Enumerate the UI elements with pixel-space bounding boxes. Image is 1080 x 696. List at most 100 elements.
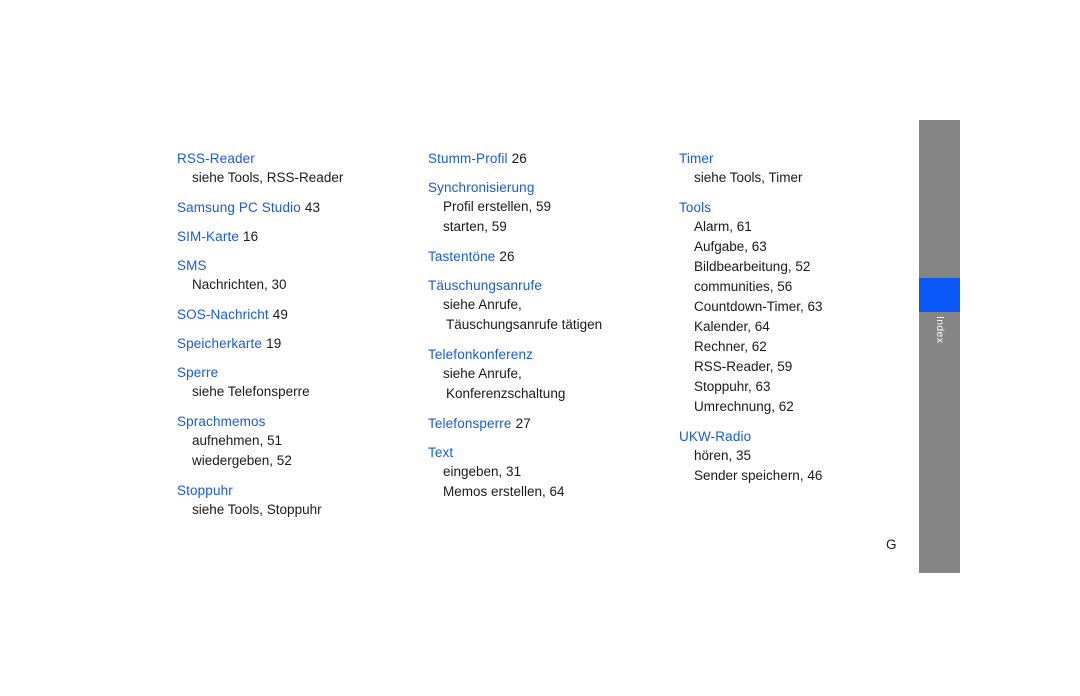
index-entry-heading[interactable]: SIM-Karte 16 [177, 228, 428, 246]
index-page-number: 26 [511, 151, 527, 166]
index-side-tab: Index [919, 120, 960, 573]
index-column-3: Timer siehe Tools, Timer Tools Alarm, 61 Auf… [679, 150, 897, 486]
index-term: Timer [679, 151, 714, 166]
index-entry: Synchronisierung Profil erstellen, 59 star… [428, 179, 679, 237]
index-side-tab-label: Index [934, 316, 946, 344]
index-subentry: siehe Tools, Timer [694, 170, 803, 185]
index-entry-heading[interactable]: Synchronisierung [428, 179, 679, 197]
index-term: RSS-Reader [177, 151, 255, 166]
index-page-number: 26 [499, 249, 515, 264]
index-entry: SIM-Karte 16 [177, 228, 428, 246]
index-entry-heading[interactable]: Telefonsperre 27 [428, 415, 679, 433]
index-entry: Timer siehe Tools, Timer [679, 150, 897, 188]
index-entry: Tools Alarm, 61 Aufgabe, 63 Bildbearbeitung… [679, 199, 897, 417]
index-subentry: RSS-Reader, 59 [694, 359, 793, 374]
index-term: Telefonsperre [428, 416, 512, 431]
index-subentry: siehe Tools, RSS-Reader [192, 170, 344, 185]
index-entry-heading[interactable]: Täuschungsanrufe [428, 277, 679, 295]
index-subentry: aufnehmen, 51 [192, 433, 283, 448]
index-subentry: Bildbearbeitung, 52 [694, 259, 811, 274]
index-entry: Stoppuhr siehe Tools, Stoppuhr [177, 482, 428, 520]
index-entry: Samsung PC Studio 43 [177, 199, 428, 217]
index-subentry: eingeben, 31 [443, 464, 522, 479]
index-entry-heading[interactable]: Tastentöne 26 [428, 248, 679, 266]
index-entry-heading[interactable]: Telefonkonferenz [428, 346, 679, 364]
index-entry: Stumm-Profil 26 [428, 150, 679, 168]
index-term: Täuschungsanrufe [428, 278, 542, 293]
index-entry: Text eingeben, 31 Memos erstellen, 64 [428, 444, 679, 502]
index-term: Sprachmemos [177, 414, 266, 429]
index-subentry: Umrechnung, 62 [694, 399, 794, 414]
index-subentry: Täuschungsanrufe tätigen [446, 317, 603, 332]
index-page-number: 49 [272, 307, 289, 322]
index-subentry: siehe Telefonsperre [192, 384, 310, 399]
index-subentry: Stoppuhr, 63 [694, 379, 771, 394]
index-term: SIM-Karte [177, 229, 239, 244]
index-subentry: Sender speichern, 46 [694, 468, 823, 483]
index-subentry: Nachrichten, 30 [192, 277, 287, 292]
index-term: Synchronisierung [428, 180, 535, 195]
index-term: Stoppuhr [177, 483, 233, 498]
index-term: Telefonkonferenz [428, 347, 533, 362]
page-marker: G [886, 537, 897, 552]
index-term: Text [428, 445, 454, 460]
index-entry: Sperre siehe Telefonsperre [177, 364, 428, 402]
index-term: Stumm-Profil [428, 151, 508, 166]
index-subentry: Alarm, 61 [694, 219, 752, 234]
index-entry-heading[interactable]: Tools [679, 199, 897, 217]
index-page: RSS-Reader siehe Tools, RSS-Reader Samsung… [0, 0, 1080, 696]
index-subentry: Rechner, 62 [694, 339, 767, 354]
index-subentry: communities, 56 [694, 279, 793, 294]
index-subentry: Konferenzschaltung [446, 386, 566, 401]
index-page-number: 16 [242, 229, 259, 244]
index-term: Samsung PC Studio [177, 200, 301, 215]
index-entry-heading[interactable]: Speicherkarte 19 [177, 335, 428, 353]
index-subentry: Profil erstellen, 59 [443, 199, 552, 214]
index-entry-heading[interactable]: Text [428, 444, 679, 462]
index-entry: UKW-Radio hören, 35 Sender speichern, 46 [679, 428, 897, 486]
index-term: Tools [679, 200, 712, 215]
index-subentry: wiedergeben, 52 [192, 453, 292, 468]
index-term: Speicherkarte [177, 336, 263, 351]
index-entry-heading[interactable]: SMS [177, 257, 428, 275]
index-entry: Telefonkonferenz siehe Anrufe, Konferenzsc… [428, 346, 679, 404]
index-entry-heading[interactable]: Stoppuhr [177, 482, 428, 500]
index-subentry: Countdown-Timer, 63 [694, 299, 823, 314]
index-page-number: 19 [266, 336, 282, 351]
index-page-number: 27 [515, 416, 531, 431]
index-entry-heading[interactable]: UKW-Radio [679, 428, 897, 446]
index-subentry: Kalender, 64 [694, 319, 770, 334]
index-entry-heading[interactable]: SOS-Nachricht 49 [177, 306, 428, 324]
index-subentry: siehe Tools, Stoppuhr [192, 502, 322, 517]
index-term: UKW-Radio [679, 429, 752, 444]
index-column-1: RSS-Reader siehe Tools, RSS-Reader Samsung… [177, 150, 428, 520]
index-entry-heading[interactable]: Sprachmemos [177, 413, 428, 431]
index-term: Sperre [177, 365, 219, 380]
index-entry: Täuschungsanrufe siehe Anrufe, Täuschungsa… [428, 277, 679, 335]
index-subentry: siehe Anrufe, [443, 297, 522, 312]
index-entry: Tastentöne 26 [428, 248, 679, 266]
index-entry: SMS Nachrichten, 30 [177, 257, 428, 295]
index-entry-heading[interactable]: Sperre [177, 364, 428, 382]
index-subentry: siehe Anrufe, [443, 366, 522, 381]
index-entry: Sprachmemos aufnehmen, 51 wiedergeben, 52 [177, 413, 428, 471]
index-subentry: Aufgabe, 63 [694, 239, 767, 254]
index-term: SOS-Nachricht [177, 307, 269, 322]
index-entry: SOS-Nachricht 49 [177, 306, 428, 324]
index-entry: Speicherkarte 19 [177, 335, 428, 353]
index-subentry: hören, 35 [694, 448, 752, 463]
index-term: Tastentöne [428, 249, 496, 264]
index-entry-heading[interactable]: Samsung PC Studio 43 [177, 199, 428, 217]
index-subentry: Memos erstellen, 64 [443, 484, 565, 499]
index-page-number: 43 [304, 200, 321, 215]
index-term: SMS [177, 258, 207, 273]
index-side-tab-highlight [919, 278, 960, 312]
index-columns: RSS-Reader siehe Tools, RSS-Reader Samsung… [177, 150, 897, 520]
index-column-2: Stumm-Profil 26 Synchronisierung Profil ers… [428, 150, 679, 502]
index-entry-heading[interactable]: RSS-Reader [177, 150, 428, 168]
index-entry-heading[interactable]: Timer [679, 150, 897, 168]
index-entry-heading[interactable]: Stumm-Profil 26 [428, 150, 679, 168]
index-entry: Telefonsperre 27 [428, 415, 679, 433]
index-entry: RSS-Reader siehe Tools, RSS-Reader [177, 150, 428, 188]
index-subentry: starten, 59 [443, 219, 507, 234]
